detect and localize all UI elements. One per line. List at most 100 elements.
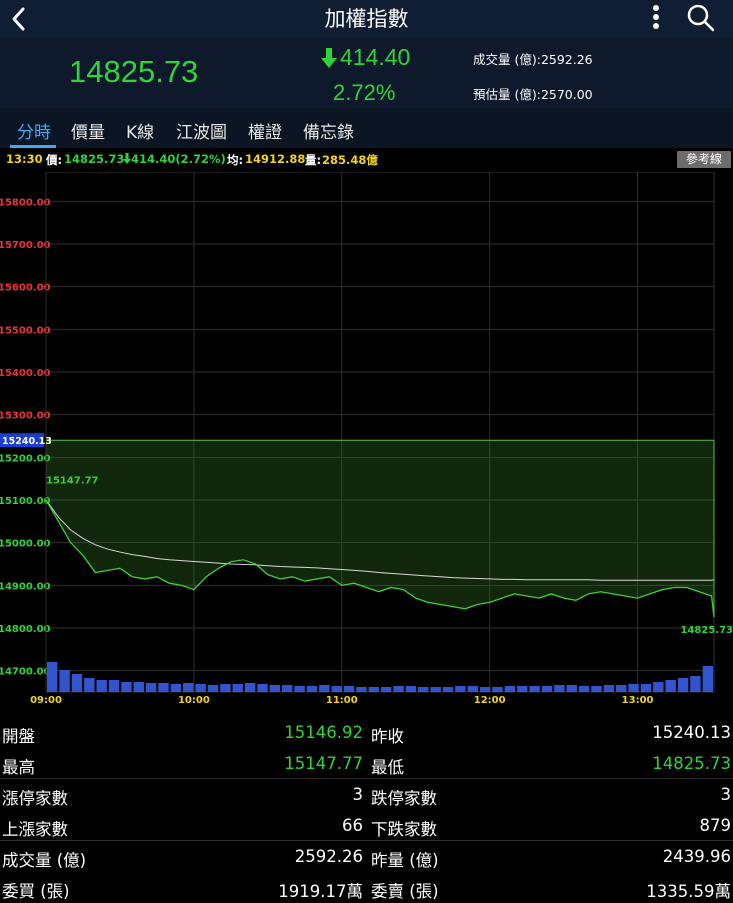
volume-bar bbox=[455, 686, 466, 692]
info-volume-label: 量: bbox=[305, 153, 322, 167]
y-tick-label: 15300.00 bbox=[0, 411, 51, 422]
volume-bar bbox=[640, 684, 652, 692]
page-title: 加權指數 bbox=[324, 7, 409, 31]
stats-row: 委買 (張) 1919.17萬 委賣 (張) 1335.59萬 bbox=[0, 873, 733, 903]
x-tick-label: 12:00 bbox=[474, 695, 506, 706]
stats-table: 開盤 15146.92 昨收 15240.13 最高 15147.77 最低 14825.73… bbox=[0, 718, 733, 903]
price-change-value: 414.40 bbox=[340, 44, 411, 70]
info-volume: 285.48億 bbox=[322, 153, 378, 167]
intraday-chart-svg: 15800.00 15700.00 15600.00 15500.00 15400.00… bbox=[0, 171, 733, 706]
volume-bar bbox=[479, 687, 491, 692]
stat-label: 昨收 bbox=[371, 727, 404, 746]
top-bar: 加權指數 bbox=[0, 0, 733, 38]
stat-value: 3 bbox=[352, 785, 364, 804]
tab-warrants[interactable]: 權證 bbox=[248, 118, 282, 143]
volume-bar bbox=[170, 684, 182, 692]
volume-bar bbox=[220, 684, 231, 692]
arrow-down-icon bbox=[123, 153, 131, 164]
volume-bar bbox=[319, 685, 330, 692]
stat-value: 1335.59萬 bbox=[646, 882, 731, 901]
volume-bar bbox=[665, 680, 676, 692]
tab-intraday[interactable]: 分時 bbox=[17, 118, 51, 143]
volume-bar bbox=[368, 687, 379, 692]
volume-bar bbox=[381, 687, 392, 692]
tab-wave-chart[interactable]: 江波圖 bbox=[176, 118, 227, 143]
chart-info-bar: 13:30 價: 14825.73 414.40(2.72%) 均: 14912… bbox=[0, 149, 733, 171]
volume-bar bbox=[356, 687, 367, 692]
volume-bar bbox=[121, 682, 132, 692]
volume-bar bbox=[653, 682, 664, 692]
stat-label: 跌停家數 bbox=[371, 789, 437, 808]
y-tick-label: 15400.00 bbox=[0, 368, 51, 379]
stats-divider bbox=[0, 778, 733, 779]
y-tick-label: 14800.00 bbox=[0, 624, 51, 635]
price-change-percent: 2.72% bbox=[333, 80, 396, 105]
y-tick-label: 15500.00 bbox=[0, 325, 51, 336]
volume-bar bbox=[145, 683, 157, 692]
volume-bar bbox=[108, 680, 120, 692]
volume-label: 成交量 (億):2592.26 bbox=[473, 52, 593, 67]
stat-value: 2592.26 bbox=[294, 847, 363, 866]
stat-value: 2439.96 bbox=[662, 847, 731, 866]
plot-frame bbox=[45, 171, 715, 693]
volume-bar bbox=[232, 684, 243, 692]
volume-bar bbox=[603, 685, 615, 692]
y-tick-label: 15200.00 bbox=[0, 453, 51, 464]
price-change: 414.40 bbox=[320, 44, 410, 71]
volume-bar bbox=[158, 683, 169, 692]
volume-bar bbox=[282, 685, 293, 692]
volume-bar bbox=[554, 685, 565, 692]
tab-memo[interactable]: 備忘錄 bbox=[303, 118, 354, 143]
stat-label: 開盤 bbox=[2, 727, 35, 746]
info-change: 414.40(2.72%) bbox=[123, 152, 226, 166]
volume-bar bbox=[257, 684, 268, 692]
stat-label: 漲停家數 bbox=[2, 789, 68, 808]
y-tick-label: 15800.00 bbox=[0, 197, 51, 208]
volume-bar bbox=[343, 686, 355, 692]
stat-value: 66 bbox=[342, 816, 363, 835]
volume-bar bbox=[71, 674, 83, 692]
volume-bar bbox=[96, 680, 107, 692]
volume-bar bbox=[628, 684, 639, 692]
volume-bar bbox=[306, 686, 318, 692]
volume-bar bbox=[269, 685, 281, 692]
price-area-fill bbox=[46, 440, 714, 618]
y-tick-label: 14900.00 bbox=[0, 581, 51, 592]
volume-bar bbox=[195, 684, 206, 692]
volume-bar bbox=[84, 678, 95, 692]
stat-value: 1919.17萬 bbox=[278, 882, 363, 901]
y-tick-label: 15100.00 bbox=[0, 496, 51, 507]
volume-bar bbox=[183, 683, 194, 692]
stats-row: 成交量 (億) 2592.26 昨量 (億) 2439.96 bbox=[0, 842, 733, 872]
info-time: 13:30 bbox=[6, 152, 43, 166]
stat-value: 879 bbox=[699, 816, 732, 835]
volume-bar bbox=[492, 687, 503, 692]
info-price: 14825.73 bbox=[64, 152, 125, 166]
x-tick-label: 10:00 bbox=[178, 695, 210, 706]
volume-bar bbox=[702, 666, 713, 692]
volume-bar bbox=[504, 686, 516, 692]
reference-line-button[interactable]: 參考線 bbox=[677, 151, 731, 168]
stat-value: 15146.92 bbox=[284, 723, 363, 742]
stat-value: 3 bbox=[720, 785, 732, 804]
stat-value: 14825.73 bbox=[652, 754, 731, 773]
volume-bar bbox=[47, 662, 58, 692]
info-avg-label: 均: bbox=[227, 153, 244, 167]
more-button[interactable] bbox=[646, 3, 666, 33]
volume-bar bbox=[591, 686, 602, 692]
tab-k-line[interactable]: K線 bbox=[126, 118, 154, 143]
search-button[interactable] bbox=[686, 3, 716, 33]
intraday-chart: 15800.00 15700.00 15600.00 15500.00 15400.00… bbox=[0, 171, 733, 712]
x-tick-label: 11:00 bbox=[326, 695, 358, 706]
stats-row: 開盤 15146.92 昨收 15240.13 bbox=[0, 718, 733, 748]
high-label: 15147.77 bbox=[46, 476, 99, 487]
tab-price-volume[interactable]: 價量 bbox=[71, 118, 105, 143]
vertical-dots-icon bbox=[653, 5, 659, 29]
y-tick-label: 15000.00 bbox=[0, 539, 51, 550]
volume-bar bbox=[442, 687, 454, 692]
quote-panel: 14825.73 414.40 2.72% 成交量 (億):2592.26 預估… bbox=[0, 38, 733, 108]
volume-bar bbox=[430, 687, 441, 692]
info-avg: 14912.88 bbox=[245, 152, 306, 166]
estimated-volume-label: 預估量 (億):2570.00 bbox=[473, 87, 593, 102]
stats-row: 漲停家數 3 跌停家數 3 bbox=[0, 780, 733, 810]
